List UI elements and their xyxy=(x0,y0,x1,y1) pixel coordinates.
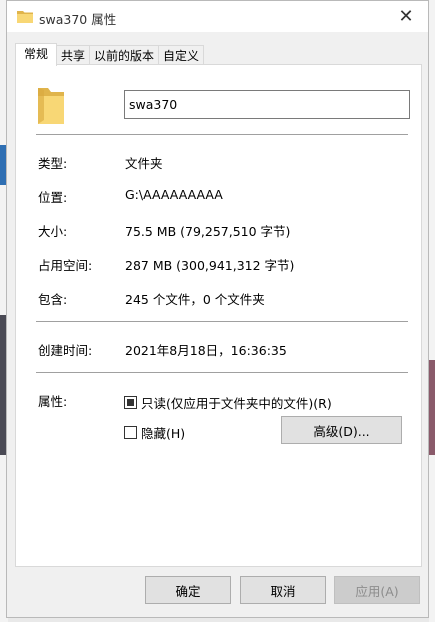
folder-name-input[interactable] xyxy=(124,90,410,119)
created-label: 创建时间: xyxy=(38,343,93,358)
properties-dialog: swa370 属性 ✕ 常规 共享 以前的版本 自定义 类型: 文件夹 位置: … xyxy=(6,0,429,618)
hidden-checkbox[interactable]: 隐藏(H) xyxy=(124,423,185,442)
tab-previous-versions[interactable]: 以前的版本 xyxy=(89,45,160,66)
close-icon: ✕ xyxy=(398,6,414,27)
folder-icon xyxy=(38,88,64,124)
contains-value: 245 个文件，0 个文件夹 xyxy=(125,292,265,307)
title-bar: swa370 属性 ✕ xyxy=(7,1,428,32)
close-button[interactable]: ✕ xyxy=(384,1,428,32)
hidden-label: 隐藏(H) xyxy=(141,426,186,441)
apply-button[interactable]: 应用(A) xyxy=(334,576,420,604)
location-value: G:\AAAAAAAAA xyxy=(125,187,223,202)
type-label: 类型: xyxy=(38,156,68,171)
readonly-checkbox[interactable]: 只读(仅应用于文件夹中的文件)(R) xyxy=(124,393,332,412)
tab-strip: 常规 共享 以前的版本 自定义 xyxy=(15,43,205,66)
type-value: 文件夹 xyxy=(125,156,163,171)
hidden-check-box[interactable] xyxy=(124,426,137,439)
window-title: swa370 属性 xyxy=(39,12,117,27)
location-label: 位置: xyxy=(38,190,68,205)
size-label: 大小: xyxy=(38,224,68,239)
tab-sharing[interactable]: 共享 xyxy=(56,45,91,66)
readonly-label: 只读(仅应用于文件夹中的文件)(R) xyxy=(141,396,332,411)
size-value: 75.5 MB (79,257,510 字节) xyxy=(125,224,291,239)
size-on-disk-value: 287 MB (300,941,312 字节) xyxy=(125,258,295,273)
contains-label: 包含: xyxy=(38,292,68,307)
tab-customize[interactable]: 自定义 xyxy=(158,45,205,66)
folder-icon xyxy=(17,11,33,23)
background-right xyxy=(429,0,435,622)
divider xyxy=(36,321,408,322)
background-item xyxy=(429,360,435,455)
attributes-label: 属性: xyxy=(38,394,68,409)
created-value: 2021年8月18日，16:36:35 xyxy=(125,343,287,358)
advanced-button[interactable]: 高级(D)... xyxy=(281,416,402,444)
divider xyxy=(36,372,408,373)
divider xyxy=(36,134,408,135)
ok-button[interactable]: 确定 xyxy=(145,576,231,604)
tab-general[interactable]: 常规 xyxy=(15,43,58,66)
cancel-button[interactable]: 取消 xyxy=(240,576,326,604)
size-on-disk-label: 占用空间: xyxy=(38,258,93,273)
general-panel xyxy=(15,64,422,567)
readonly-check-box[interactable] xyxy=(124,396,137,409)
